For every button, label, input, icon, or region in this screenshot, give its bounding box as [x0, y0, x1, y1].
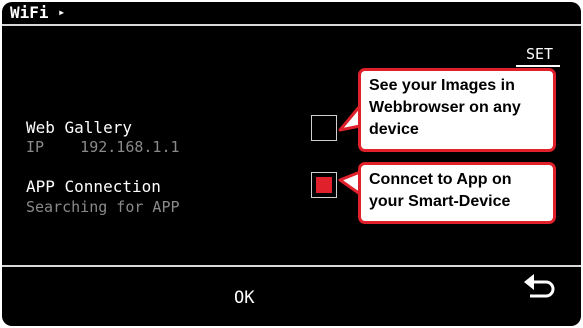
web-gallery-tooltip: See your Images in Webbrowser on any dev…: [358, 68, 556, 152]
back-button[interactable]: [522, 270, 558, 302]
callout-pointer-2: [338, 170, 362, 196]
footer-divider: [2, 265, 581, 267]
wifi-screen: WiFi ▸ SET Web Gallery IP 192.168.1.1 AP…: [2, 2, 581, 326]
app-connection-tooltip: Conncet to App on your Smart-Device: [358, 162, 556, 224]
return-arrow-icon: [524, 274, 555, 298]
ok-button[interactable]: OK: [234, 288, 254, 308]
callout-pointer-1: [338, 104, 362, 132]
